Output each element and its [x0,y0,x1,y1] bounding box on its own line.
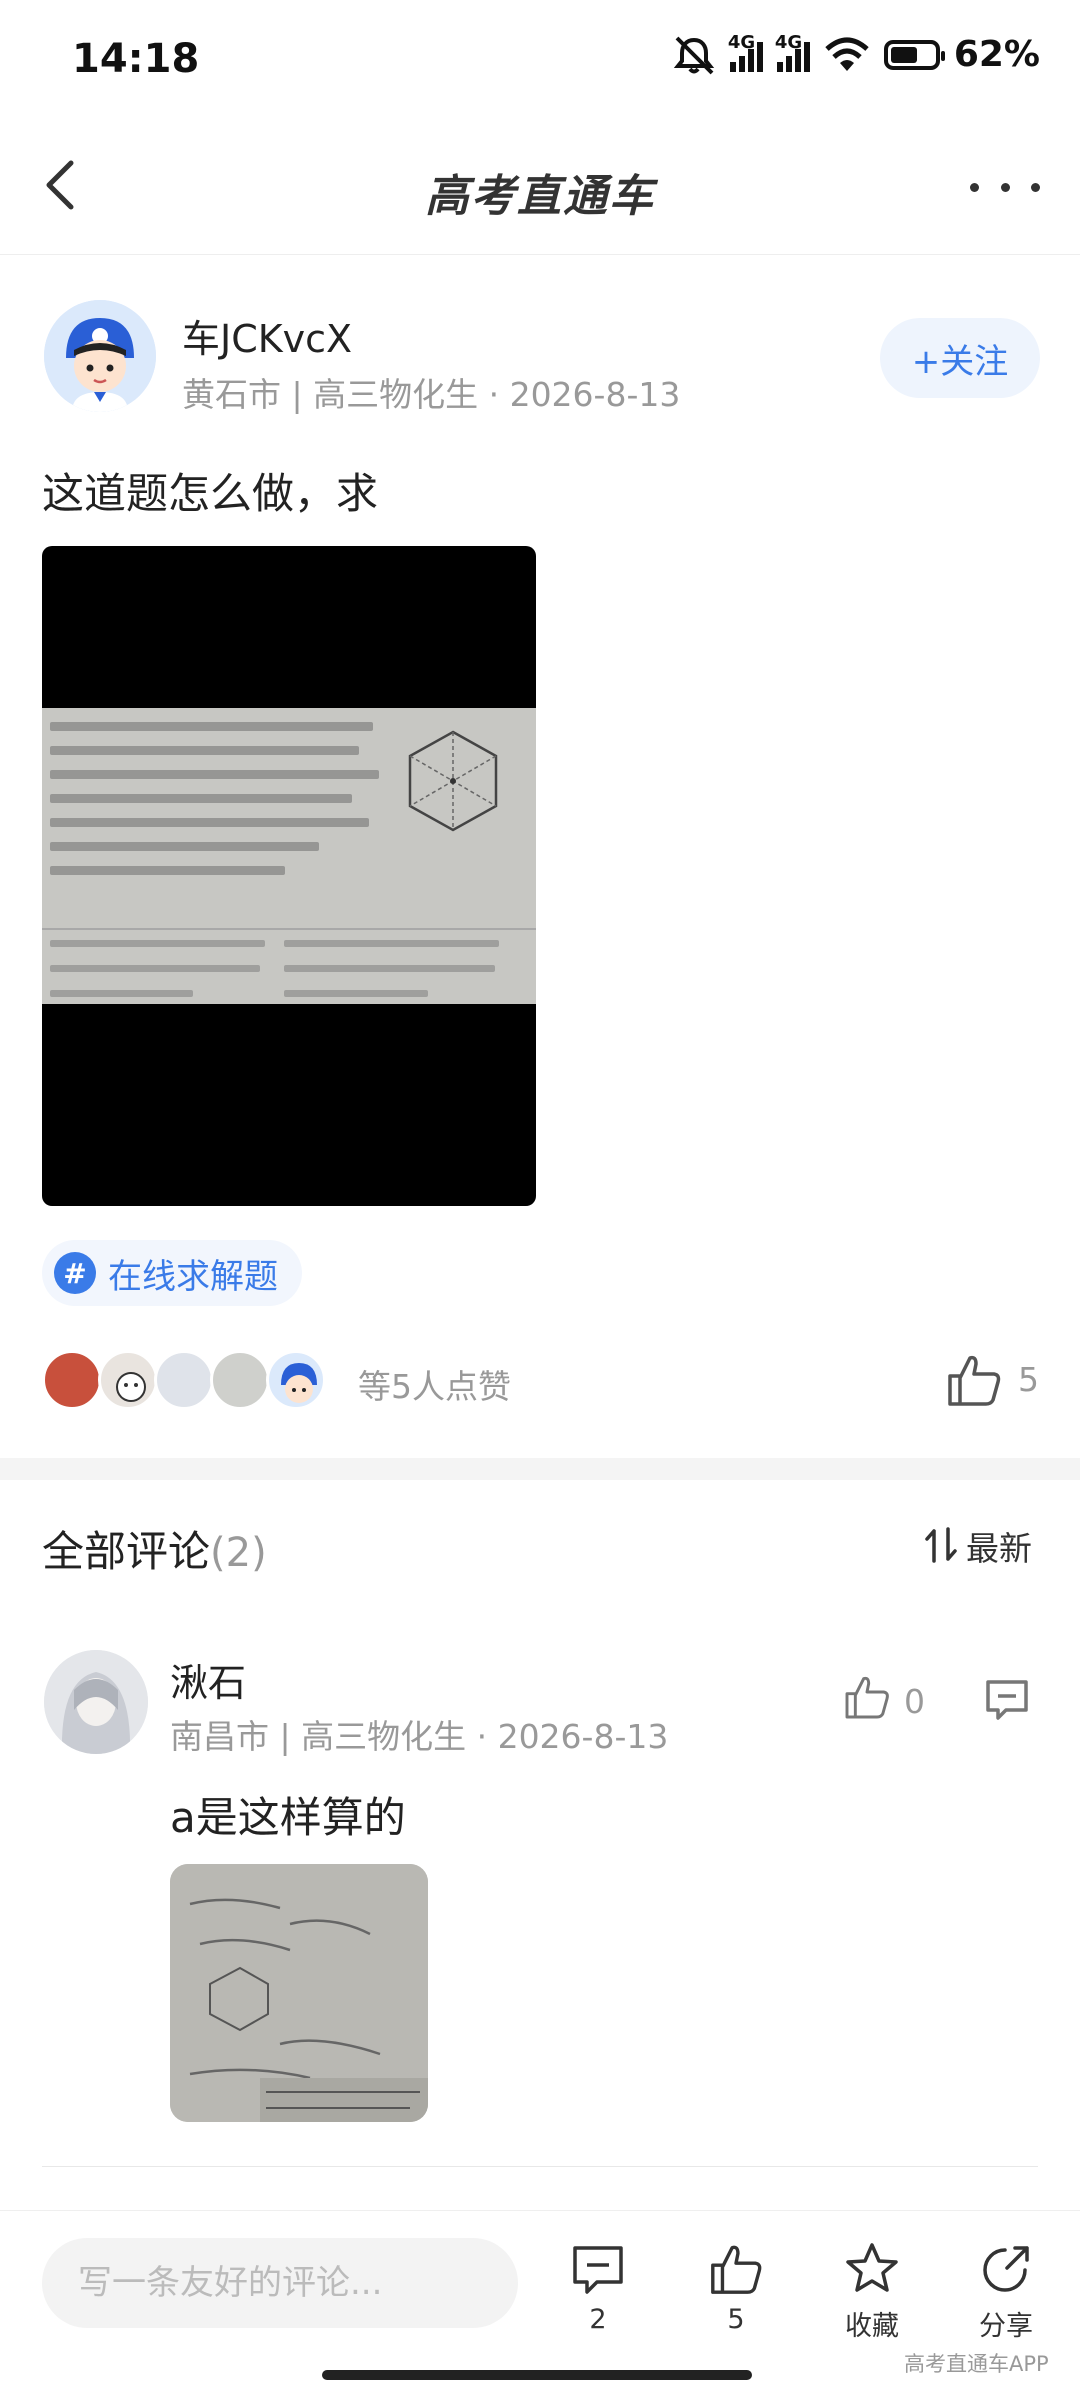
comment-separator [42,2166,1038,2167]
question-photo [42,708,536,1004]
likes-summary[interactable]: 等5人点赞 [358,1360,511,1408]
thumbs-up-icon [711,2245,762,2294]
commenter-meta: 南昌市 | 高三物化生 · 2026-8-13 [170,1717,669,1756]
mute-icon [673,36,714,74]
favorite-button[interactable]: 收藏 [812,2240,932,2343]
comment-count-button[interactable]: 2 [538,2240,658,2335]
sort-button[interactable]: 最新 [966,1522,1032,1570]
dot-icon [970,182,979,192]
hashtag-icon: # [54,1252,96,1294]
topic-chip[interactable]: # 在线求解题 [42,1240,302,1306]
comment-image[interactable] [170,1864,428,2122]
thumbs-up-icon[interactable] [842,1672,892,1722]
comment-input[interactable] [42,2238,518,2328]
like-button[interactable]: 5 [676,2240,796,2335]
share-button[interactable]: 分享 [946,2240,1066,2343]
status-time: 14:18 [72,36,200,82]
commenter-avatar[interactable] [44,1650,148,1754]
author-name[interactable]: 车JCKvcX [182,308,352,363]
comments-count: (2) [210,1530,267,1576]
post-image[interactable] [42,546,536,1206]
author-meta: 黄石市 | 高三物化生 · 2026-8-13 [182,375,681,414]
page-title: 高考直通车 [425,171,655,222]
reply-icon[interactable] [984,1676,1030,1722]
battery-icon [883,39,945,70]
home-indicator[interactable] [322,2370,752,2380]
star-icon [846,2243,898,2292]
topic-label: 在线求解题 [108,1256,278,1297]
commenter-name[interactable]: 湫石 [170,1652,246,1707]
more-options-button[interactable] [970,172,1040,202]
thumbs-up-icon[interactable] [944,1350,1004,1410]
status-icons: 4G 4G 62% [672,32,1040,75]
share-label: 分享 [979,2311,1033,2342]
share-icon [983,2246,1029,2292]
avatar-illustration [44,300,156,412]
favorite-label: 收藏 [845,2311,899,2342]
battery-percent: 62% [953,34,1040,75]
section-divider [0,1458,1080,1480]
signal-icon-2: 4G [775,32,810,72]
like-count: 5 [727,2304,745,2335]
liker-avatar[interactable] [42,1350,102,1410]
comment-icon [573,2246,623,2294]
hexagon-diagram [408,730,498,832]
author-avatar[interactable] [44,300,156,412]
signal-icon-1: 4G [728,32,763,72]
comments-heading: 全部评论(2) [42,1518,267,1579]
sort-icon[interactable] [924,1525,958,1565]
liker-avatar[interactable] [266,1350,326,1410]
post-text: 这道题怎么做，求 [42,469,379,518]
comment-like-count: 0 [904,1682,925,1721]
comment-text: a是这样算的 [170,1793,406,1842]
comments-title: 全部评论 [42,1527,211,1576]
post-like-count: 5 [1018,1360,1039,1399]
comment-count: 2 [589,2304,607,2335]
wifi-icon [825,37,869,71]
liker-avatar[interactable] [98,1350,158,1410]
handwritten-notes-photo [170,1864,428,2122]
app-watermark: 高考直通车APP [904,2352,1049,2376]
follow-button[interactable]: +关注 [880,318,1040,398]
liker-avatar[interactable] [154,1350,214,1410]
liker-avatar[interactable] [210,1350,270,1410]
